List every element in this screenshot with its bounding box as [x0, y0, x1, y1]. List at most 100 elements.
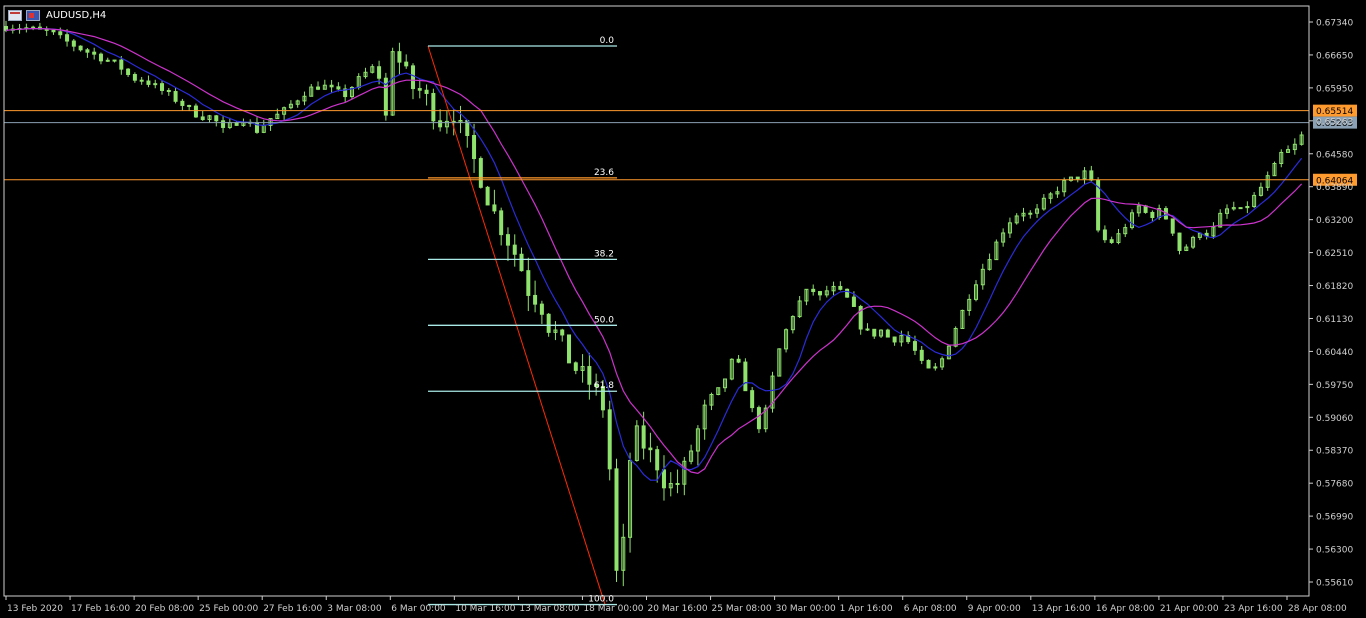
candle-body	[607, 409, 612, 470]
fib-level-label: 0.0	[600, 36, 615, 46]
candle-body	[146, 80, 151, 85]
candle-body	[112, 59, 117, 62]
candle-body	[756, 407, 761, 430]
x-tick-label: 17 Feb 16:00	[71, 604, 130, 614]
candle-body	[1075, 176, 1080, 180]
x-tick-label: 27 Feb 16:00	[263, 604, 322, 614]
ma-fast-line	[5, 27, 1303, 481]
candle-body	[499, 210, 504, 236]
candle-body	[119, 59, 124, 70]
candle-body	[1238, 207, 1243, 210]
candle-body	[865, 328, 870, 331]
y-tick-label: 0.58370	[1316, 447, 1353, 457]
candle-body	[65, 34, 70, 42]
candle-body	[736, 358, 741, 363]
candle-body	[519, 253, 524, 272]
candle-body	[92, 51, 97, 55]
fib-level-label: 50.0	[594, 315, 614, 325]
x-tick-label: 23 Apr 16:00	[1224, 604, 1283, 614]
fibonacci-retracement[interactable]: 0.023.638.250.061.8100.0	[427, 36, 617, 606]
candle-body	[336, 86, 341, 90]
y-tick-label: 0.61820	[1316, 282, 1353, 292]
candle-body	[180, 100, 185, 106]
y-tick-label: 0.55610	[1316, 579, 1353, 589]
candle-body	[1089, 170, 1094, 181]
fib-level-label: 23.6	[594, 168, 614, 178]
y-tick-label: 0.64580	[1316, 150, 1353, 160]
candle-body	[526, 270, 531, 296]
candle-body	[811, 288, 816, 293]
candle-body	[573, 362, 578, 371]
candle-body	[892, 336, 897, 343]
x-tick-label: 13 Apr 16:00	[1032, 604, 1091, 614]
candle-body	[1109, 239, 1114, 243]
candle-body	[539, 303, 544, 315]
x-tick-label: 6 Mar 00:00	[391, 604, 446, 614]
candle-body	[193, 105, 198, 118]
candle-body	[587, 366, 592, 385]
x-tick-label: 28 Apr 08:00	[1288, 604, 1347, 614]
x-tick-label: 9 Apr 00:00	[968, 604, 1021, 614]
candle-body	[838, 285, 843, 290]
candle-body	[98, 53, 103, 62]
candle-body	[1150, 211, 1155, 218]
candle-body	[750, 390, 755, 409]
x-tick-label: 21 Apr 00:00	[1160, 604, 1219, 614]
candle-body	[173, 91, 178, 102]
y-tick-label: 0.67340	[1316, 19, 1353, 29]
candle-body	[85, 49, 90, 53]
candle-body	[872, 328, 877, 337]
x-tick-label: 13 Feb 2020	[7, 604, 63, 614]
x-tick-label: 25 Mar 08:00	[712, 604, 772, 614]
candle-body	[743, 361, 748, 392]
candle-body	[424, 89, 429, 94]
candle-body	[851, 296, 856, 307]
plot-frame	[3, 5, 1310, 597]
candle-body	[51, 29, 56, 33]
y-tick-label: 0.57680	[1316, 480, 1353, 490]
candle-body	[533, 294, 538, 305]
candle-body	[126, 68, 131, 76]
candle-body	[648, 447, 653, 451]
candle-body	[919, 349, 924, 361]
candle-body	[132, 74, 137, 81]
candle-body	[71, 40, 76, 47]
y-tick-label: 0.59060	[1316, 414, 1353, 424]
chart-window-icon[interactable]	[8, 9, 22, 21]
symbol-timeframe-label: AUDUSD,H4	[46, 9, 107, 21]
candle-body	[1170, 218, 1175, 234]
y-tick-label: 0.56300	[1316, 546, 1353, 556]
y-tick-label: 0.63890	[1316, 183, 1353, 193]
horizontal-lines-layer[interactable]: 0.655140.652630.64064	[4, 104, 1357, 187]
candle-body	[417, 88, 422, 91]
candle-body	[153, 83, 158, 86]
candle-body	[187, 104, 192, 107]
candle-body	[58, 31, 63, 36]
moving-averages-layer	[5, 27, 1303, 481]
candle-body	[316, 86, 321, 90]
candle-body	[926, 359, 931, 369]
candle-body	[505, 234, 510, 246]
y-tick-label: 0.65263	[1316, 117, 1353, 127]
chart-header: AUDUSD,H4	[8, 8, 106, 22]
candle-body	[885, 329, 890, 338]
candle-body	[404, 61, 409, 67]
price-chart[interactable]: 0.023.638.250.061.8100.0 0.655140.652630…	[0, 0, 1366, 618]
fib-level-label: 38.2	[594, 249, 614, 259]
axes-layer: 0.67340 0.66650 0.65950 0.65263 0.64580 0.638…	[3, 5, 1353, 614]
candle-body	[410, 65, 415, 90]
candle-body	[817, 291, 822, 296]
x-tick-label: 18 Mar 00:00	[583, 604, 643, 614]
candle-body	[397, 51, 402, 63]
x-tick-label: 30 Mar 00:00	[776, 604, 836, 614]
y-tick-label: 0.61130	[1316, 315, 1353, 325]
x-tick-label: 13 Mar 08:00	[519, 604, 579, 614]
candle-body	[1102, 229, 1107, 241]
candle-body	[614, 468, 619, 571]
candle-body	[912, 341, 917, 351]
candle-body	[78, 45, 83, 51]
candle-body	[560, 329, 565, 336]
candle-body	[160, 83, 165, 91]
candle-body	[512, 244, 517, 255]
y-tick-label: 0.60440	[1316, 348, 1353, 358]
